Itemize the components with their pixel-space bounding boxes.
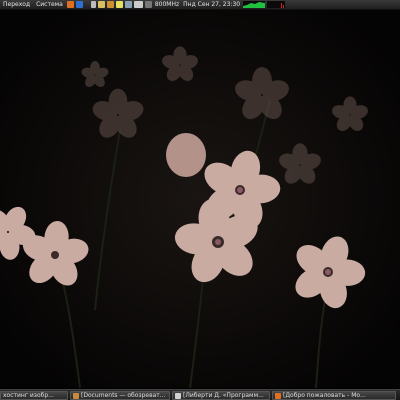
document-icon <box>175 392 181 399</box>
task-button-image-hosting[interactable]: хостинг изобр... <box>0 391 68 400</box>
bluetooth-icon[interactable] <box>75 1 83 8</box>
folder-icon[interactable] <box>106 1 114 8</box>
task-label: хостинг изобр... <box>3 392 54 399</box>
task-label: [Либерти Д. «Программ... <box>183 392 264 399</box>
task-button-documents[interactable]: [Documents — обозреват... <box>70 391 170 400</box>
taskbar: хостинг изобр... [Documents — обозреват.… <box>0 389 400 400</box>
mail-icon[interactable] <box>97 1 105 8</box>
volume-icon[interactable] <box>90 1 96 8</box>
desktop-wallpaper[interactable] <box>0 10 400 388</box>
top-panel: Переход Система 800MHz Пнд Сен 27, 23:30 <box>0 0 400 10</box>
cpu-graph <box>267 1 286 8</box>
firefox-icon[interactable] <box>66 1 74 8</box>
firefox-icon <box>275 392 281 399</box>
menu-system[interactable]: Система <box>33 0 66 9</box>
task-button-welcome-browser[interactable]: [Добро пожаловать - Мо... <box>272 391 396 400</box>
task-label: [Documents — обозреват... <box>81 392 166 399</box>
folder-icon <box>73 392 79 399</box>
menu-go[interactable]: Переход <box>0 0 33 9</box>
task-button-liberty-book[interactable]: [Либерти Д. «Программ... <box>172 391 270 400</box>
cpu-frequency: 800MHz <box>154 1 180 8</box>
task-label: [Добро пожаловать - Мо... <box>283 392 366 399</box>
network-icon[interactable] <box>144 1 152 8</box>
network-graph <box>243 1 266 8</box>
weather-icon[interactable] <box>115 1 123 8</box>
battery-icon[interactable] <box>133 1 143 8</box>
clock[interactable]: Пнд Сен 27, 23:30 <box>181 0 242 9</box>
monitor-icon[interactable] <box>124 1 132 8</box>
